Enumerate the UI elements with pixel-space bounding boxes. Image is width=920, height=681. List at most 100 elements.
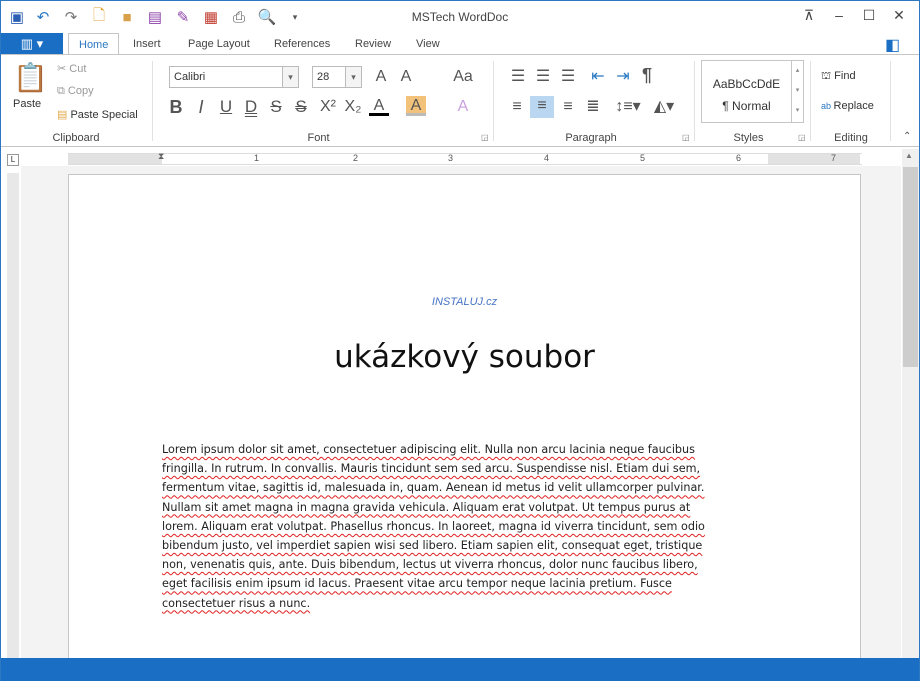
text-line: non, venenatis quis, ante. Duis bibendum… <box>162 558 698 572</box>
ruler-number: 5 <box>640 153 646 163</box>
left-margin <box>68 154 162 164</box>
ribbon-display-icon[interactable]: ⊼ <box>798 7 820 27</box>
subscript-button[interactable]: X₂ <box>341 97 365 117</box>
styles-gallery[interactable]: AaBbCcDdE ¶ Normal ▴ ▾ ▾ <box>701 60 804 123</box>
editing-group-label: Editing <box>834 132 868 144</box>
shrink-font-icon[interactable]: A <box>396 67 416 87</box>
collapse-ribbon-icon[interactable]: ⌃ <box>903 131 911 142</box>
tab-view[interactable]: View <box>406 33 450 55</box>
justify-icon[interactable]: ≣ <box>583 97 603 117</box>
show-formatting-button[interactable]: ¶ <box>637 65 657 85</box>
indent-marker[interactable]: ⧗ <box>158 151 164 162</box>
replace-button[interactable]: ab Replace <box>821 100 874 112</box>
dialog-launcher-icon[interactable]: ◲ <box>682 133 690 142</box>
strikethrough-button[interactable]: S <box>266 97 286 117</box>
styles-scroll[interactable]: ▴ ▾ ▾ <box>791 61 803 122</box>
right-margin <box>768 154 860 164</box>
window-title: MSTech WordDoc <box>411 10 509 24</box>
divider <box>694 61 695 141</box>
scrollbar-thumb[interactable] <box>903 167 918 367</box>
chevron-down-icon: ▾ <box>345 67 361 87</box>
align-left-icon[interactable]: ≡ <box>507 97 527 117</box>
grow-font-icon[interactable]: A <box>371 67 391 87</box>
superscript-button[interactable]: X² <box>316 97 340 117</box>
binoculars-icon: ⛫ <box>821 70 835 82</box>
page-header: INSTALUJ.cz <box>431 296 498 308</box>
decrease-indent-icon[interactable]: ⇤ <box>588 67 608 87</box>
numbering-icon[interactable]: ☰ <box>533 67 553 87</box>
tab-references[interactable]: References <box>264 33 340 55</box>
paragraph-group-label: Paragraph <box>565 132 617 144</box>
tab-selector[interactable]: L <box>7 154 19 166</box>
paste-button[interactable]: Paste <box>13 98 41 110</box>
divider <box>890 61 891 141</box>
bullets-icon[interactable]: ☰ <box>508 67 528 87</box>
increase-indent-icon[interactable]: ⇥ <box>613 67 633 87</box>
find-button[interactable]: ⛫ Find <box>821 70 856 84</box>
font-size-select[interactable]: 28 ▾ <box>312 66 362 88</box>
clear-formatting-icon[interactable]: A <box>453 97 473 117</box>
close-button[interactable]: ✕ <box>888 7 910 27</box>
text-line: bibendum justo, vel imperdiet sapien wis… <box>162 538 703 552</box>
scissors-icon: ✂ <box>57 63 70 75</box>
ruler-number: 2 <box>353 153 359 163</box>
paste-special-icon: ▤ <box>57 109 71 121</box>
highlight-button[interactable]: A <box>406 96 426 116</box>
text-line: lorem. Aliquam erat volutpat. Phasellus … <box>162 519 705 533</box>
text-line: Lorem ipsum dolor sit amet, consectetuer… <box>162 443 695 456</box>
app-menu-button[interactable]: ▥ ▾ <box>1 33 63 54</box>
paste-special-label: Paste Special <box>70 109 138 121</box>
replace-icon: ab <box>821 101 834 111</box>
paste-special-button[interactable]: ▤ Paste Special <box>57 108 138 121</box>
dialog-launcher-icon[interactable]: ◲ <box>798 133 806 142</box>
double-underline-button[interactable]: D <box>241 97 261 117</box>
tab-review[interactable]: Review <box>345 33 401 55</box>
minimize-button[interactable]: – <box>828 7 850 27</box>
text-line: fringilla. In rutrum. In convallis. Maur… <box>162 462 701 476</box>
double-strikethrough-button[interactable]: S <box>291 97 311 117</box>
style-preview: AaBbCcDdE <box>712 77 781 91</box>
font-name-value: Calibri <box>174 71 206 83</box>
office-icon[interactable]: ◧ <box>885 35 900 55</box>
dialog-launcher-icon[interactable]: ◲ <box>481 133 489 142</box>
styles-group-label: Styles <box>733 132 764 144</box>
body-paragraph: Lorem ipsum dolor sit amet, consectetuer… <box>162 443 705 616</box>
font-color-button[interactable]: A <box>369 96 389 116</box>
find-label: Find <box>834 70 856 82</box>
multilevel-list-icon[interactable]: ☰ <box>558 67 578 87</box>
replace-label: Replace <box>833 100 874 112</box>
line-spacing-icon[interactable]: ↕≡▾ <box>613 97 643 117</box>
underline-button[interactable]: U <box>216 97 236 117</box>
align-right-icon[interactable]: ≡ <box>558 97 578 117</box>
maximize-button[interactable]: ☐ <box>858 7 880 27</box>
scroll-up-icon[interactable]: ▲ <box>905 151 913 160</box>
cut-button[interactable]: ✂ Cut <box>57 62 86 75</box>
document-page[interactable]: INSTALUJ.cz ukázkový soubor Lorem ipsum … <box>68 174 861 664</box>
align-center-icon[interactable]: ≡ <box>530 96 554 118</box>
clipboard-group-label: Clipboard <box>52 132 100 144</box>
tab-page-layout[interactable]: Page Layout <box>178 33 260 55</box>
text-line: fermentum vitae, sagittis id, malesuada … <box>162 481 705 495</box>
horizontal-ruler[interactable]: ⧗ 1 2 3 4 5 6 7 <box>68 151 862 165</box>
ruler-number: 6 <box>736 153 742 163</box>
font-name-select[interactable]: Calibri ▾ <box>169 66 299 88</box>
divider <box>493 61 494 141</box>
change-case-icon[interactable]: Aa <box>453 67 473 87</box>
text-line: Nullam sit amet magna in magna gravida v… <box>162 500 691 514</box>
paste-icon[interactable]: 📋 <box>13 61 48 94</box>
italic-button[interactable]: I <box>191 97 211 117</box>
ruler-number: 3 <box>448 153 454 163</box>
divider <box>810 61 811 141</box>
vertical-ruler[interactable] <box>7 173 19 658</box>
title-bar: ▣ ↶ ↷ 🗋 ■ ▤ ✎ ▦ ⎙ 🔍 ▾ MSTech WordDoc ⊼ –… <box>1 1 919 33</box>
bold-button[interactable]: B <box>166 97 186 117</box>
font-size-value: 28 <box>317 71 330 83</box>
tab-home[interactable]: Home <box>68 33 120 55</box>
copy-button[interactable]: ⧉ Copy <box>57 85 94 98</box>
copy-label: Copy <box>67 85 94 97</box>
shading-icon[interactable]: ◭▾ <box>649 97 679 117</box>
tab-insert[interactable]: Insert <box>123 33 171 55</box>
divider <box>152 61 153 141</box>
font-group-label: Font <box>307 132 330 144</box>
style-normal[interactable]: ¶ Normal <box>702 99 791 113</box>
